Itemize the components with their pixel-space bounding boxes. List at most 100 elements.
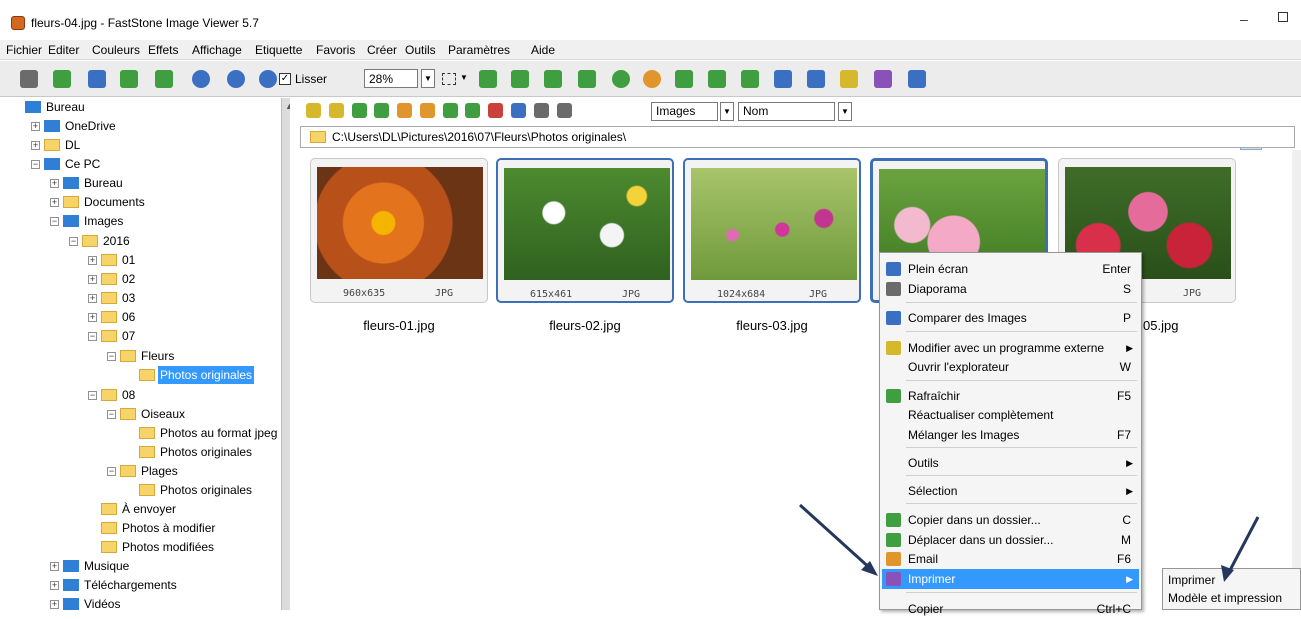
crop-icon[interactable] xyxy=(511,70,529,88)
context-menu-item[interactable]: Imprimer ▶ xyxy=(882,569,1139,589)
title-bar: fleurs-04.jpg - FastStone Image Viewer 5… xyxy=(0,0,1301,40)
menu-effets[interactable]: Effets xyxy=(148,43,178,57)
filter-select[interactable]: Images xyxy=(651,102,718,121)
brightness-icon[interactable] xyxy=(643,70,661,88)
expand-toggle-icon[interactable]: + xyxy=(50,179,59,188)
refresh-toolbar-icon[interactable] xyxy=(374,103,389,118)
expand-toggle-icon[interactable]: + xyxy=(50,600,59,609)
email-toolbar-icon[interactable] xyxy=(840,70,858,88)
expand-toggle-icon[interactable]: + xyxy=(31,122,40,131)
rotate-left-icon[interactable] xyxy=(675,70,693,88)
menu-outils[interactable]: Outils xyxy=(405,43,436,57)
selection-dropdown-icon[interactable]: ▼ xyxy=(460,73,468,82)
submenu-item-print-template[interactable]: Modèle et impression xyxy=(1168,591,1282,605)
expand-toggle-icon[interactable]: − xyxy=(88,391,97,400)
context-menu-item[interactable]: Email F6 xyxy=(882,549,1139,569)
menu-affichage[interactable]: Affichage xyxy=(192,43,242,57)
pane-splitter[interactable] xyxy=(282,98,290,610)
context-menu-item[interactable]: Ouvrir l'explorateur W xyxy=(882,357,1139,377)
red-eye-icon[interactable] xyxy=(612,70,630,88)
new-folder-icon[interactable] xyxy=(397,103,412,118)
expand-toggle-icon[interactable]: − xyxy=(107,467,116,476)
save-icon[interactable] xyxy=(88,70,106,88)
context-menu-item[interactable]: Sélection ▶ xyxy=(882,481,1139,501)
list-icon[interactable] xyxy=(557,103,572,118)
expand-toggle-icon[interactable]: − xyxy=(107,352,116,361)
menu-etiquette[interactable]: Etiquette xyxy=(255,43,302,57)
menu-favoris[interactable]: Favoris xyxy=(316,43,355,57)
previous-icon[interactable] xyxy=(120,70,138,88)
favorite-folder-icon[interactable] xyxy=(420,103,435,118)
parent-folder-icon[interactable] xyxy=(352,103,367,118)
context-menu-item[interactable]: Rafraîchir F5 xyxy=(882,386,1139,406)
back-icon[interactable] xyxy=(306,103,321,118)
context-menu-item[interactable]: Déplacer dans un dossier... M xyxy=(882,530,1139,550)
expand-toggle-icon[interactable]: + xyxy=(88,313,97,322)
path-bar[interactable]: C:\Users\DL\Pictures\2016\07\Fleurs\Phot… xyxy=(300,126,1295,148)
menu-creer[interactable]: Créer xyxy=(367,43,397,57)
expand-toggle-icon[interactable]: + xyxy=(50,581,59,590)
expand-toggle-icon[interactable]: + xyxy=(88,256,97,265)
batch-icon[interactable] xyxy=(774,70,792,88)
sort-select[interactable]: Nom xyxy=(738,102,835,121)
canvas-icon[interactable] xyxy=(544,70,562,88)
zoom-select[interactable]: 28% xyxy=(364,69,418,88)
expand-toggle-icon[interactable]: − xyxy=(88,332,97,341)
delete-icon[interactable] xyxy=(488,103,503,118)
expand-toggle-icon[interactable]: + xyxy=(88,275,97,284)
thumbnail[interactable]: 1024x684 JPG xyxy=(683,158,861,303)
details-icon[interactable] xyxy=(534,103,549,118)
zoom-out-icon[interactable] xyxy=(227,70,245,88)
menu-couleurs[interactable]: Couleurs xyxy=(92,43,140,57)
compare-toolbar-icon[interactable] xyxy=(741,70,759,88)
open-icon[interactable] xyxy=(53,70,71,88)
folder-icon xyxy=(101,254,117,266)
sort-dropdown-icon[interactable]: ▼ xyxy=(838,102,852,121)
submenu-item-print[interactable]: Imprimer xyxy=(1168,573,1215,587)
smooth-checkbox[interactable]: ✓ xyxy=(279,73,291,85)
thumbnails-icon[interactable] xyxy=(511,103,526,118)
expand-toggle-icon[interactable]: − xyxy=(69,237,78,246)
context-menu-item[interactable]: Plein écran Enter xyxy=(882,259,1139,279)
thumbnail[interactable]: 615x461 JPG xyxy=(496,158,674,303)
camera-icon[interactable] xyxy=(20,70,38,88)
thumbnail[interactable]: 960x635 JPG xyxy=(310,158,488,303)
vertical-scrollbar[interactable] xyxy=(1292,150,1301,610)
resize-icon[interactable] xyxy=(479,70,497,88)
zoom-dropdown-icon[interactable]: ▼ xyxy=(421,69,435,88)
filter-dropdown-icon[interactable]: ▼ xyxy=(720,102,734,121)
zoom-in-icon[interactable] xyxy=(192,70,210,88)
context-menu-item[interactable]: Copier Ctrl+C xyxy=(882,599,1139,619)
move-icon[interactable] xyxy=(465,103,480,118)
context-menu-item[interactable]: Réactualiser complètement xyxy=(882,405,1139,425)
menu-parametres[interactable]: Paramètres xyxy=(448,43,510,57)
next-icon[interactable] xyxy=(155,70,173,88)
context-menu-item[interactable]: Modifier avec un programme externe ▶ xyxy=(882,338,1139,358)
text-icon[interactable] xyxy=(578,70,596,88)
print-toolbar-icon[interactable] xyxy=(874,70,892,88)
context-menu-item[interactable]: Comparer des Images P xyxy=(882,308,1139,328)
copy-icon[interactable] xyxy=(443,103,458,118)
forward-icon[interactable] xyxy=(329,103,344,118)
menu-editer[interactable]: Editer xyxy=(48,43,79,57)
menu-fichier[interactable]: Fichier xyxy=(6,43,42,57)
context-menu-item[interactable]: Copier dans un dossier... C xyxy=(882,510,1139,530)
rotate-right-icon[interactable] xyxy=(708,70,726,88)
context-menu-item[interactable]: Diaporama S xyxy=(882,279,1139,299)
expand-toggle-icon[interactable]: + xyxy=(88,294,97,303)
slideshow-toolbar-icon[interactable] xyxy=(807,70,825,88)
minimize-button[interactable]: – xyxy=(1240,11,1248,27)
expand-toggle-icon[interactable]: + xyxy=(50,198,59,207)
expand-toggle-icon[interactable]: − xyxy=(31,160,40,169)
wallpaper-icon[interactable] xyxy=(908,70,926,88)
context-menu-item[interactable]: Outils ▶ xyxy=(882,453,1139,473)
expand-toggle-icon[interactable]: + xyxy=(50,562,59,571)
context-menu-item[interactable]: Mélanger les Images F7 xyxy=(882,425,1139,445)
expand-toggle-icon[interactable]: + xyxy=(31,141,40,150)
menu-aide[interactable]: Aide xyxy=(531,43,555,57)
actual-size-icon[interactable] xyxy=(259,70,277,88)
selection-icon[interactable] xyxy=(442,73,456,85)
expand-toggle-icon[interactable]: − xyxy=(50,217,59,226)
expand-toggle-icon[interactable]: − xyxy=(107,410,116,419)
maximize-button[interactable] xyxy=(1278,12,1288,22)
